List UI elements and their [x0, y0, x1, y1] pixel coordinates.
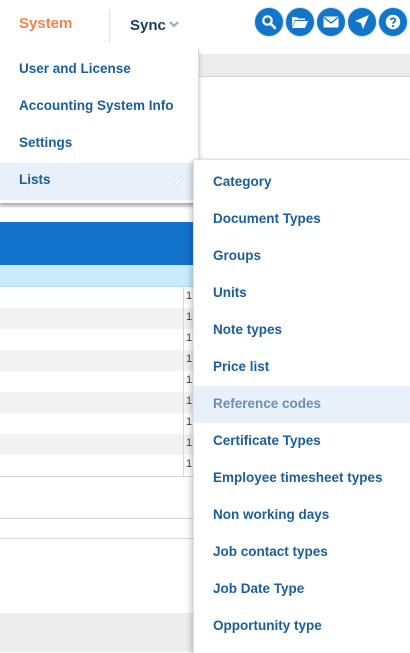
- menu-item-label: Lists: [19, 172, 51, 187]
- mail-button[interactable]: [316, 7, 346, 37]
- submenu-item-certificate-types[interactable]: Certificate Types: [194, 423, 410, 460]
- search-icon: [261, 14, 277, 30]
- menu-item-user-and-license[interactable]: User and License: [0, 52, 198, 89]
- pencil-icon: [174, 174, 184, 189]
- menu-item-accounting-system-info[interactable]: Accounting System Info: [0, 89, 198, 126]
- submenu-item-label: Price list: [213, 359, 270, 374]
- submenu-item-label: Category: [213, 174, 272, 189]
- table-cell: 1: [186, 311, 193, 323]
- menu-item-label: Accounting System Info: [19, 98, 174, 113]
- menu-item-label: User and License: [19, 61, 131, 76]
- table-cell: 1: [186, 416, 193, 428]
- submenu-item-category[interactable]: Category: [194, 164, 410, 201]
- submenu-item-label: Non working days: [213, 507, 330, 522]
- menu-item-lists[interactable]: Lists: [0, 163, 198, 200]
- submenu-item-units[interactable]: Units: [194, 275, 410, 312]
- nav-divider: [109, 10, 110, 43]
- folder-icon: [291, 15, 309, 29]
- submenu-item-label: Employee timesheet types: [213, 470, 383, 485]
- nav-sync[interactable]: Sync: [130, 15, 179, 34]
- folder-button[interactable]: [285, 7, 315, 37]
- nav-sync-label: Sync: [130, 17, 166, 34]
- submenu-item-document-types[interactable]: Document Types: [194, 201, 410, 238]
- table-cell: 1: [186, 290, 193, 302]
- submenu-item-opportunity-type[interactable]: Opportunity type: [194, 608, 410, 645]
- submenu-item-reference-codes[interactable]: Reference codes: [194, 386, 410, 423]
- submenu-item-price-list[interactable]: Price list: [194, 349, 410, 386]
- submenu-item-label: Job Date Type: [213, 581, 305, 596]
- menu-item-label: Settings: [19, 135, 73, 150]
- submenu-item-groups[interactable]: Groups: [194, 238, 410, 275]
- chevron-down-icon: [169, 15, 179, 32]
- submenu-item-note-types[interactable]: Note types: [194, 312, 410, 349]
- submenu-item-job-date-type[interactable]: Job Date Type: [194, 571, 410, 608]
- submenu-item-label: Reference codes: [213, 396, 322, 411]
- nav-system[interactable]: System: [19, 15, 72, 32]
- submenu-item-label: Units: [213, 285, 247, 300]
- send-icon: [354, 14, 370, 30]
- help-button[interactable]: [378, 7, 408, 37]
- submenu-item-label: Certificate Types: [213, 433, 321, 448]
- send-button[interactable]: [347, 7, 377, 37]
- submenu-item-non-working-days[interactable]: Non working days: [194, 497, 410, 534]
- submenu-item-label: Groups: [213, 248, 262, 263]
- system-menu: User and License Accounting System Info …: [0, 48, 199, 203]
- table-cell: 1: [186, 353, 193, 365]
- search-button[interactable]: [254, 7, 284, 37]
- lists-submenu: Category Document Types Groups Units Not…: [193, 159, 410, 653]
- table-cell: 1: [186, 458, 193, 470]
- help-icon: [385, 14, 401, 30]
- submenu-item-label: Note types: [213, 322, 283, 337]
- submenu-item-job-contact-types[interactable]: Job contact types: [194, 534, 410, 571]
- submenu-item-label: Document Types: [213, 211, 321, 226]
- submenu-item-label: Opportunity type: [213, 618, 322, 633]
- top-nav-bar: System Sync: [0, 0, 410, 48]
- submenu-item-employee-timesheet-types[interactable]: Employee timesheet types: [194, 460, 410, 497]
- menu-item-settings[interactable]: Settings: [0, 126, 198, 163]
- table-cell: 1: [186, 437, 193, 449]
- table-cell: 1: [186, 374, 193, 386]
- table-cell: 1: [186, 332, 193, 344]
- submenu-item-label: Job contact types: [213, 544, 328, 559]
- table-cell: 1: [186, 395, 193, 407]
- mail-icon: [323, 16, 339, 28]
